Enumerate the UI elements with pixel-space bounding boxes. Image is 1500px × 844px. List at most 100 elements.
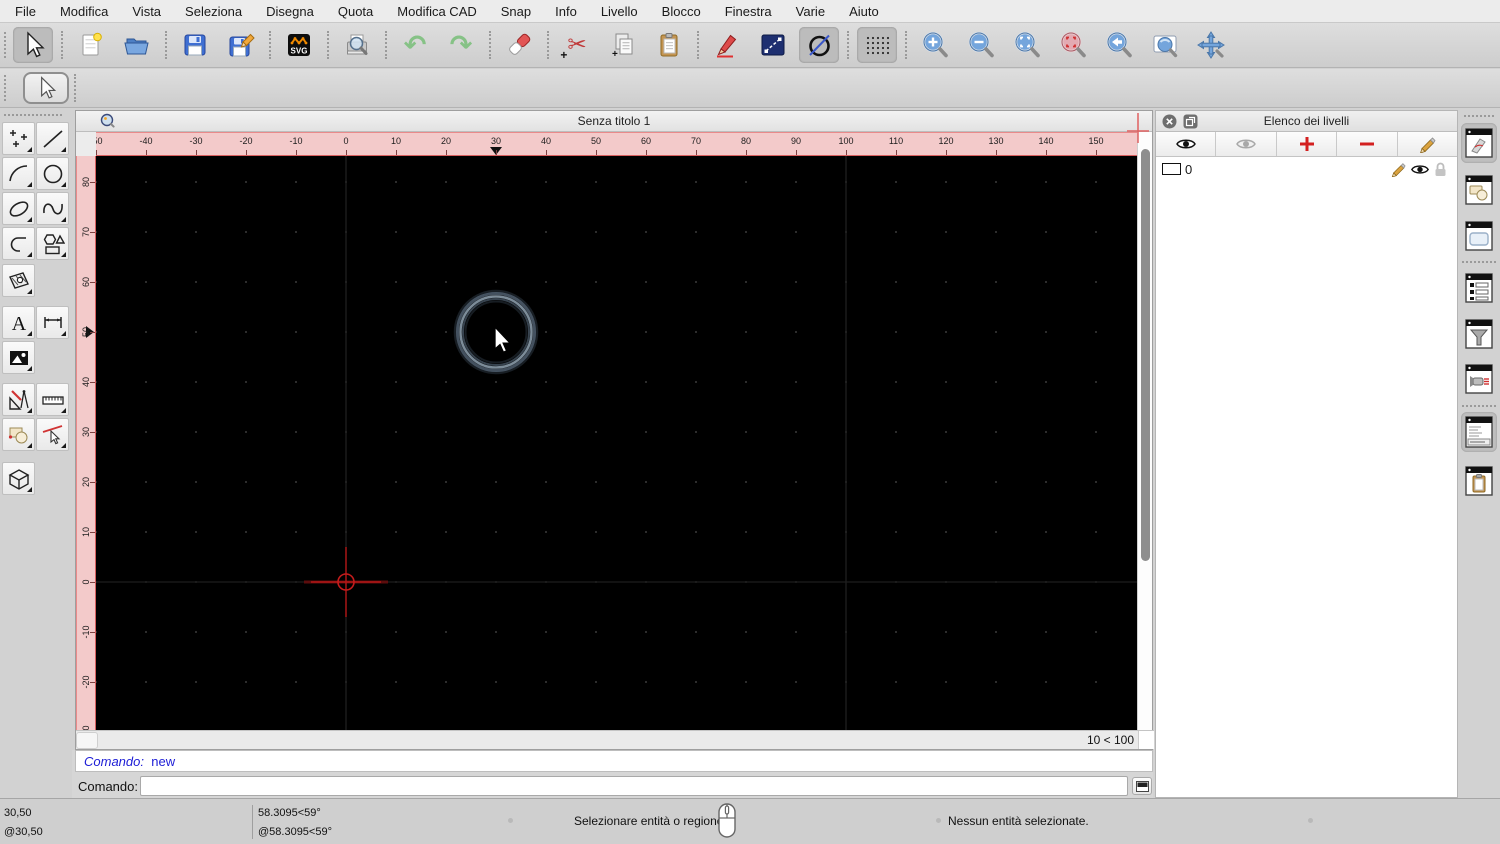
- h-ruler-tick: [96, 150, 97, 155]
- zoom-back-button[interactable]: [1099, 27, 1139, 63]
- save-as-floppy-pencil-icon: [229, 33, 255, 57]
- relative-coordinate: @30,50: [4, 826, 43, 838]
- hide-all-layers-button[interactable]: [1216, 132, 1277, 156]
- menu-livello[interactable]: Livello: [601, 4, 638, 19]
- menu-blocco[interactable]: Blocco: [662, 4, 701, 19]
- library-browser-panel-button[interactable]: [1461, 216, 1497, 256]
- edit-layer-button[interactable]: [1398, 132, 1457, 156]
- canvas-graphics: [96, 156, 1139, 732]
- menu-quota[interactable]: Quota: [338, 4, 373, 19]
- solid-3d-tool-button[interactable]: [2, 462, 35, 495]
- menu-varie[interactable]: Varie: [796, 4, 825, 19]
- draw-pencil-button[interactable]: [707, 27, 747, 63]
- save-button[interactable]: [175, 27, 215, 63]
- modify-tool-button[interactable]: [36, 418, 69, 451]
- layer-edit-pencil-icon[interactable]: [1390, 161, 1406, 177]
- layer-panel: Elenco dei livelli 0: [1155, 110, 1458, 798]
- measure-tool-button[interactable]: [36, 383, 69, 416]
- print-preview-button[interactable]: [337, 27, 377, 63]
- layer-lock-icon[interactable]: [1434, 162, 1447, 177]
- hatch-tool-button[interactable]: [2, 264, 35, 297]
- shapes-tool-button[interactable]: [36, 227, 69, 260]
- spline-tool-button[interactable]: [36, 192, 69, 225]
- horizontal-scrollbar-thumb[interactable]: [76, 732, 98, 749]
- show-all-layers-button[interactable]: [1156, 132, 1217, 156]
- new-file-button[interactable]: [71, 27, 111, 63]
- pan-button[interactable]: [1191, 27, 1231, 63]
- line-tool-button[interactable]: [753, 27, 793, 63]
- menu-modifica-cad[interactable]: Modifica CAD: [397, 4, 476, 19]
- document-window: Senza titolo 1 -50 -40 -30 -20 -10 0 10 20 30 40 5…: [75, 110, 1154, 750]
- horizontal-scrollbar[interactable]: 10 < 100: [76, 730, 1154, 749]
- layer-color-swatch[interactable]: [1162, 163, 1181, 175]
- save-as-button[interactable]: [221, 27, 261, 63]
- circle-tool-button[interactable]: [36, 157, 69, 190]
- menu-snap[interactable]: Snap: [501, 4, 531, 19]
- layer-row[interactable]: 0: [1156, 157, 1457, 181]
- redo-button[interactable]: ↷: [441, 27, 481, 63]
- menu-vista[interactable]: Vista: [132, 4, 161, 19]
- zoom-auto-button[interactable]: [1007, 27, 1047, 63]
- command-console-toggle-button[interactable]: [1132, 777, 1152, 795]
- arc-tool-button[interactable]: [2, 157, 35, 190]
- selection-arrow-button[interactable]: [13, 27, 53, 63]
- menu-seleziona[interactable]: Seleziona: [185, 4, 242, 19]
- zoom-window-button[interactable]: [1145, 27, 1185, 63]
- layer-visible-eye-icon[interactable]: [1410, 163, 1430, 176]
- grid-toggle-button[interactable]: [857, 27, 897, 63]
- document-titlebar[interactable]: Senza titolo 1: [76, 111, 1152, 132]
- zoom-out-button[interactable]: [961, 27, 1001, 63]
- flyout-corner: [27, 408, 32, 413]
- lamp-panel-button[interactable]: [1461, 359, 1497, 399]
- menu-disegna[interactable]: Disegna: [266, 4, 314, 19]
- points-tool-button[interactable]: [2, 122, 35, 155]
- blocks-tool-button[interactable]: [2, 418, 35, 451]
- circle-tool-button[interactable]: [799, 27, 839, 63]
- drawing-canvas[interactable]: [96, 156, 1139, 732]
- palette-grip[interactable]: [4, 114, 62, 116]
- paste-button[interactable]: [649, 27, 689, 63]
- menu-modifica[interactable]: Modifica: [60, 4, 108, 19]
- layer-name: 0: [1185, 161, 1193, 177]
- selection-tool-button[interactable]: [23, 72, 69, 104]
- command-input[interactable]: [140, 776, 1128, 796]
- open-file-button[interactable]: [117, 27, 157, 63]
- undo-button[interactable]: ↶: [395, 27, 435, 63]
- ellipse-tool-button[interactable]: [2, 192, 35, 225]
- text-tool-button[interactable]: A: [2, 306, 35, 339]
- command-line-panel-button[interactable]: [1461, 412, 1497, 452]
- polyline-tool-button[interactable]: [2, 227, 35, 260]
- clipboard-panel-button[interactable]: [1461, 461, 1497, 501]
- selection-filter-panel-button[interactable]: [1461, 314, 1497, 354]
- svg-text:+: +: [612, 49, 618, 60]
- remove-layer-button[interactable]: [1337, 132, 1398, 156]
- vertical-scrollbar[interactable]: [1137, 132, 1152, 732]
- block-list-panel-button[interactable]: [1461, 170, 1497, 210]
- separator: [1462, 405, 1496, 407]
- absolute-polar-coordinate: 58.3095<59°: [258, 807, 321, 819]
- strip-grip[interactable]: [1464, 115, 1494, 117]
- dimension-tool-button[interactable]: [36, 306, 69, 339]
- cut-button[interactable]: ✂ +: [557, 27, 597, 63]
- vertical-scrollbar-thumb[interactable]: [1141, 149, 1150, 561]
- add-layer-button[interactable]: [1277, 132, 1338, 156]
- menu-file[interactable]: File: [15, 4, 36, 19]
- property-editor-panel-button[interactable]: [1461, 123, 1497, 163]
- toolbar-grip[interactable]: [4, 75, 6, 101]
- menu-info[interactable]: Info: [555, 4, 577, 19]
- copy-button[interactable]: +: [603, 27, 643, 63]
- zoom-in-button[interactable]: [915, 27, 955, 63]
- svg-export-button[interactable]: SVG: [279, 27, 319, 63]
- separator: [61, 31, 63, 59]
- menu-finestra[interactable]: Finestra: [725, 4, 772, 19]
- view-list-panel-button[interactable]: [1461, 268, 1497, 308]
- delete-button[interactable]: [499, 27, 539, 63]
- line-tool-button[interactable]: [36, 122, 69, 155]
- plus-icon: [1299, 137, 1314, 151]
- menu-aiuto[interactable]: Aiuto: [849, 4, 879, 19]
- layer-panel-titlebar[interactable]: Elenco dei livelli: [1156, 111, 1457, 132]
- draw-tools-button[interactable]: [2, 383, 35, 416]
- zoom-previous-button[interactable]: [1053, 27, 1093, 63]
- toolbar-grip[interactable]: [4, 32, 6, 58]
- image-tool-button[interactable]: [2, 341, 35, 374]
